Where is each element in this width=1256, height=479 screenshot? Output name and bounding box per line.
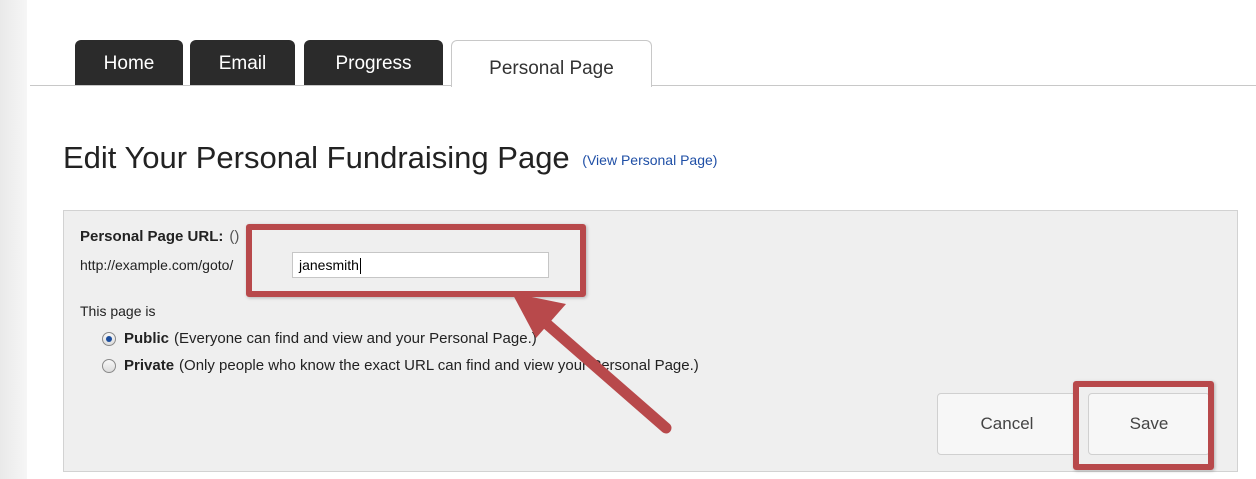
annotation-arrow — [512, 293, 672, 434]
arrow-shaft — [534, 312, 672, 434]
